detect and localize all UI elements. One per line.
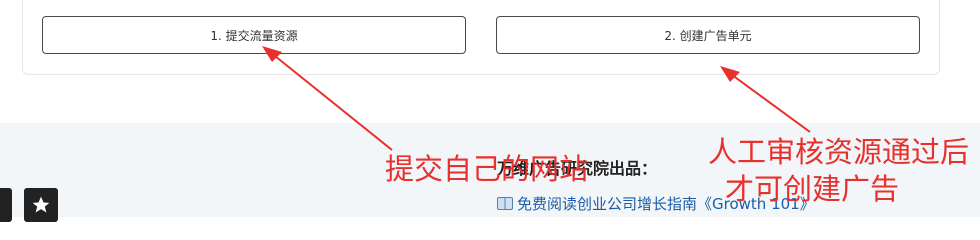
annotation-submit-site: 提交自己的网站 <box>385 152 589 186</box>
left-arrow-line <box>269 51 393 151</box>
right-arrow-line <box>727 71 811 133</box>
annotation-review-line2: 才可创建广告 <box>725 172 900 206</box>
annotation-review-line1: 人工审核资源通过后 <box>708 135 970 169</box>
